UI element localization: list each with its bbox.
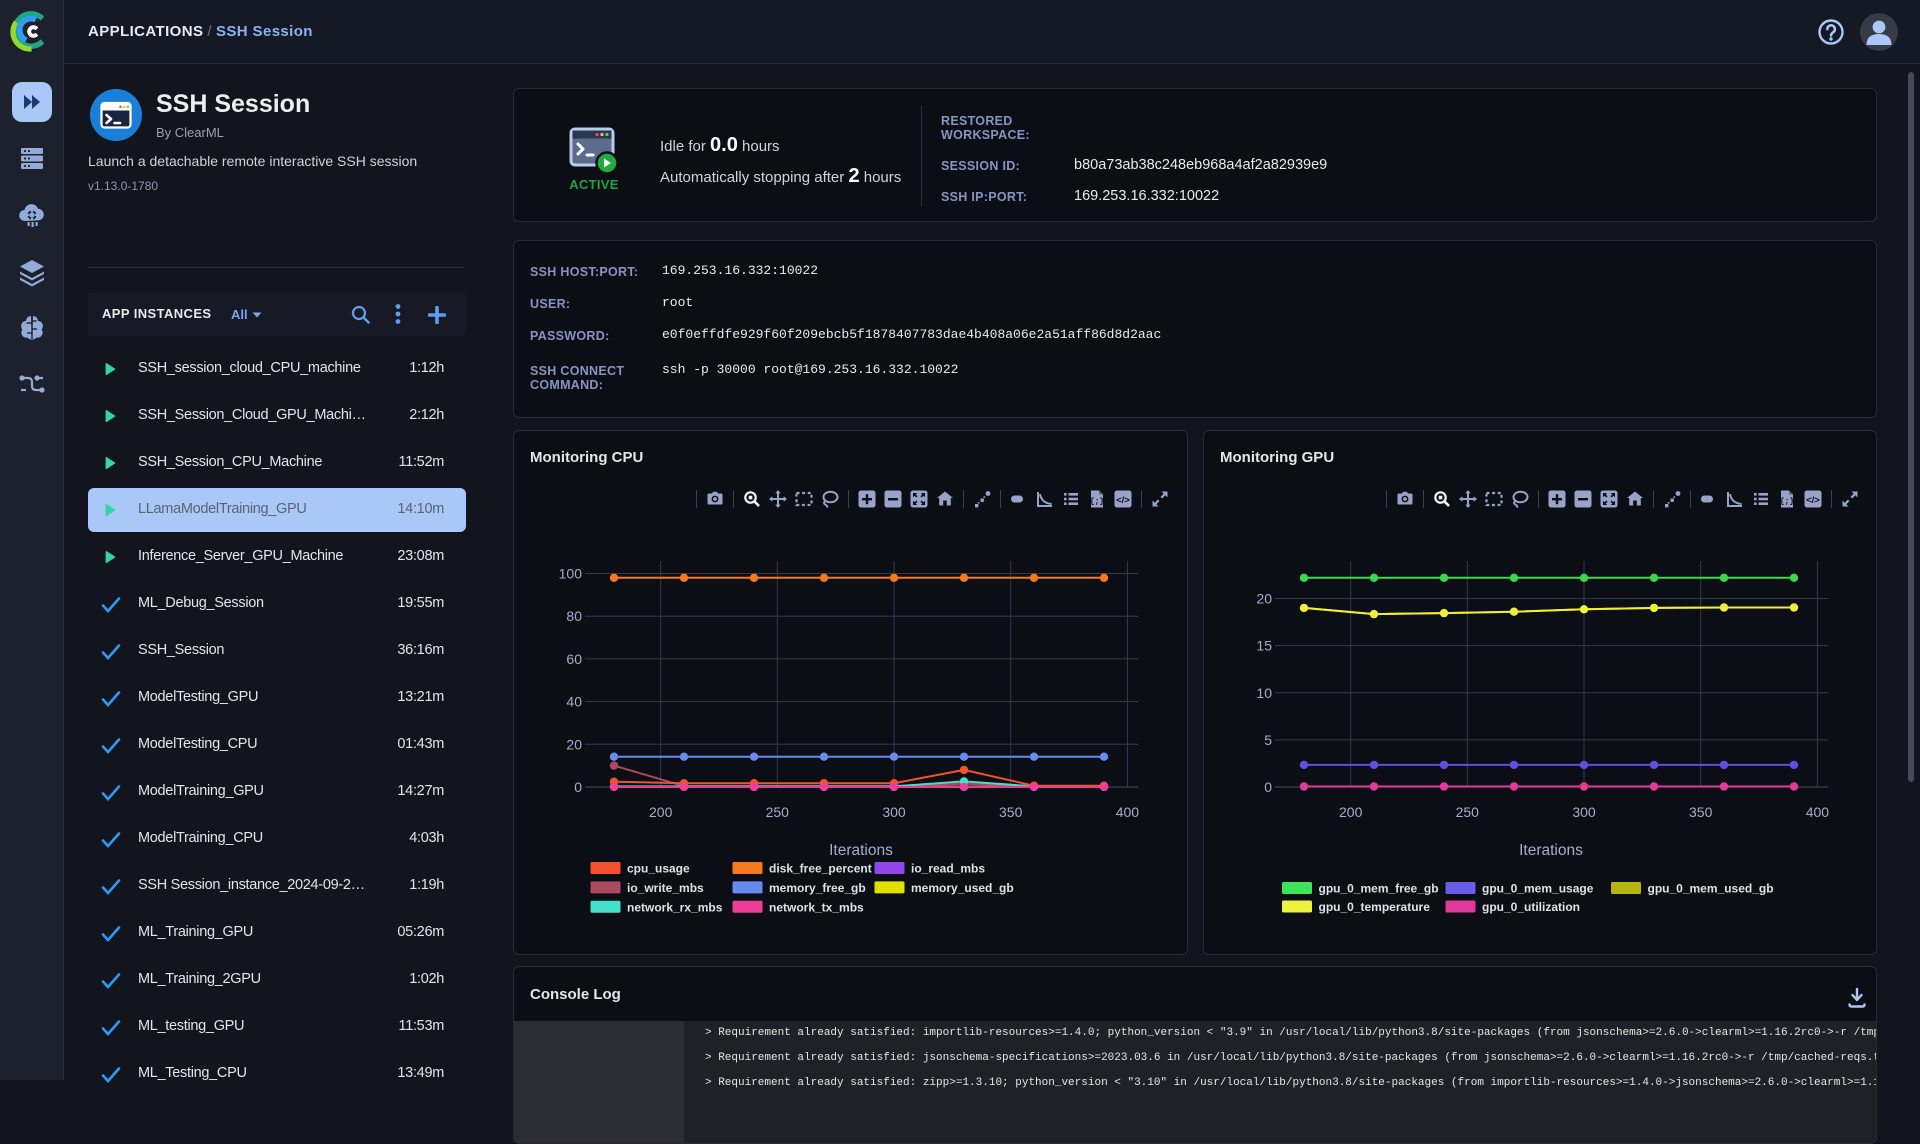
svg-text:15: 15 <box>1256 638 1272 654</box>
svg-text:gpu_0_utilization: gpu_0_utilization <box>1482 900 1580 914</box>
svg-text:gpu_0_temperature: gpu_0_temperature <box>1319 900 1431 914</box>
svg-text:250: 250 <box>1456 804 1480 820</box>
svg-text:200: 200 <box>649 804 673 820</box>
svg-text:350: 350 <box>999 804 1023 820</box>
svg-text:io_read_mbs: io_read_mbs <box>911 862 985 876</box>
svg-text:Iterations: Iterations <box>829 842 893 859</box>
svg-text:5: 5 <box>1264 732 1272 748</box>
svg-text:300: 300 <box>1572 804 1596 820</box>
svg-text:300: 300 <box>882 804 906 820</box>
svg-text:100: 100 <box>559 566 583 582</box>
svg-text:10: 10 <box>1256 685 1272 701</box>
svg-text:disk_free_percent: disk_free_percent <box>769 862 872 876</box>
svg-text:0: 0 <box>1264 779 1272 795</box>
svg-text:memory_free_gb: memory_free_gb <box>769 881 866 895</box>
svg-text:40: 40 <box>566 694 582 710</box>
svg-text:20: 20 <box>1256 591 1272 607</box>
svg-text:250: 250 <box>766 804 790 820</box>
svg-text:network_rx_mbs: network_rx_mbs <box>627 900 723 914</box>
svg-text:gpu_0_mem_usage: gpu_0_mem_usage <box>1482 882 1594 896</box>
svg-text:gpu_0_mem_free_gb: gpu_0_mem_free_gb <box>1319 882 1439 896</box>
svg-text:network_tx_mbs: network_tx_mbs <box>769 900 864 914</box>
svg-text:0: 0 <box>574 779 582 795</box>
svg-text:350: 350 <box>1689 804 1713 820</box>
svg-text:20: 20 <box>566 736 582 752</box>
svg-text:Iterations: Iterations <box>1519 842 1583 859</box>
svg-text:gpu_0_mem_used_gb: gpu_0_mem_used_gb <box>1648 882 1774 896</box>
svg-text:60: 60 <box>566 651 582 667</box>
svg-text:cpu_usage: cpu_usage <box>627 862 690 876</box>
svg-text:io_write_mbs: io_write_mbs <box>627 881 704 895</box>
svg-text:80: 80 <box>566 608 582 624</box>
svg-text:200: 200 <box>1339 804 1363 820</box>
svg-text:400: 400 <box>1116 804 1140 820</box>
svg-text:400: 400 <box>1806 804 1830 820</box>
svg-text:memory_used_gb: memory_used_gb <box>911 881 1014 895</box>
